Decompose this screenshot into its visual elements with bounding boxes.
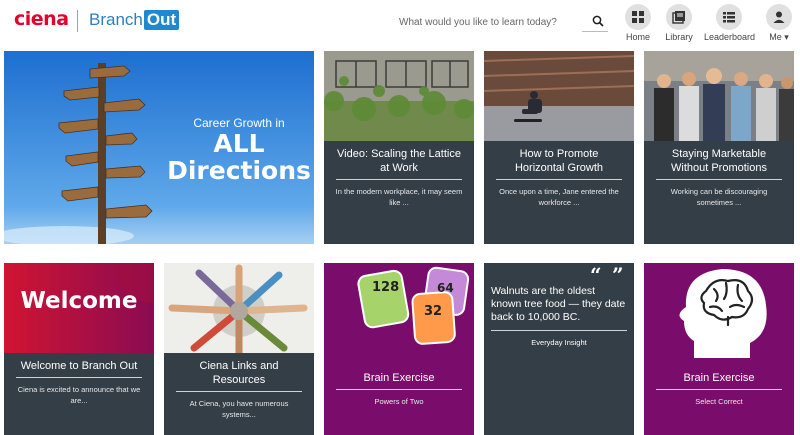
card-value-128: 128 — [372, 280, 400, 295]
card-value-32: 32 — [424, 304, 443, 319]
nav-me[interactable]: Me ▾ — [764, 4, 794, 43]
brain-exercise-tile[interactable]: Brain Exercise Select Correct — [644, 263, 794, 435]
tile-title: Brain Exercise — [656, 371, 782, 390]
grid-icon — [625, 4, 651, 30]
list-icon — [716, 4, 742, 30]
card-value-64: 64 — [437, 281, 454, 295]
tile-title: Staying Marketable Without Promotions — [656, 147, 782, 180]
nav-home-label: Home — [625, 32, 650, 42]
tile-panel: Welcome to Branch Out Ciena is excited t… — [4, 353, 154, 435]
tile-description: Once upon a time, Jane entered the workf… — [499, 187, 619, 207]
number-cards-image — [357, 266, 470, 345]
hero-tile[interactable]: Career Growth in ALL Directions — [4, 51, 314, 244]
tile-description: Powers of Two — [374, 397, 424, 406]
tile-panel: Staying Marketable Without Promotions Wo… — [644, 141, 794, 244]
article-tile[interactable]: Welcome Welcome to Branch Out Ciena is e… — [4, 263, 154, 435]
skateboarder-image — [484, 51, 634, 141]
hero-line-2: ALL — [213, 129, 265, 158]
search-input[interactable] — [397, 13, 582, 32]
svg-text:“: “ — [590, 266, 602, 284]
nav-library[interactable]: Library — [663, 4, 695, 42]
quote-icon: “ ” — [590, 266, 624, 284]
tile-panel: Brain Exercise Powers of Two — [324, 359, 474, 435]
tile-panel: Video: Scaling the Lattice at Work In th… — [324, 141, 474, 244]
hero-line-1: Career Growth in — [193, 116, 285, 130]
team-photo-image — [644, 51, 794, 141]
nav-library-label: Library — [665, 32, 693, 42]
search-bar — [397, 12, 608, 32]
article-tile[interactable]: How to Promote Horizontal Growth Once up… — [484, 51, 634, 244]
tile-panel: How to Promote Horizontal Growth Once up… — [484, 141, 634, 244]
chevron-down-icon: ▾ — [784, 32, 789, 42]
tile-title: Ciena Links and Resources — [176, 359, 302, 392]
welcome-heading: Welcome — [20, 288, 138, 314]
tile-description: Ciena is excited to announce that we are… — [17, 385, 141, 405]
tile-title: How to Promote Horizontal Growth — [496, 147, 622, 180]
tile-description: At Ciena, you have numerous systems... — [189, 399, 289, 419]
brain-exercise-tile[interactable]: 128 64 32 Brain Exercise Powers of Two — [324, 263, 474, 435]
svg-text:”: ” — [612, 266, 624, 284]
tile-description: Select Correct — [695, 397, 743, 406]
tile-description: Working can be discouraging sometimes ..… — [670, 187, 768, 207]
branch-out-logo[interactable]: Branch Out — [89, 10, 180, 30]
tile-description: Everyday Insight — [531, 338, 587, 347]
insight-tile[interactable]: “ ” Walnuts are the oldest known tree fo… — [484, 263, 634, 435]
logo-out-text: Out — [143, 10, 180, 30]
nav-home[interactable]: Home — [624, 4, 652, 42]
search-icon[interactable] — [592, 15, 604, 27]
logo-divider — [77, 10, 78, 32]
ivy-wall-image — [324, 51, 474, 141]
tile-title: Welcome to Branch Out — [16, 359, 142, 378]
logo-branch-text: Branch — [89, 10, 143, 29]
nav-leaderboard-label: Leaderboard — [704, 32, 756, 42]
tile-title: Video: Scaling the Lattice at Work — [336, 147, 462, 180]
book-icon — [666, 4, 692, 30]
article-tile[interactable]: Staying Marketable Without Promotions Wo… — [644, 51, 794, 244]
brain-head-icon — [679, 269, 767, 358]
hands-circle-image — [164, 263, 314, 353]
tile-description: In the modern workplace, it may seem lik… — [335, 187, 463, 207]
tile-panel: Brain Exercise Select Correct — [644, 359, 794, 435]
nav-me-label: Me — [769, 32, 782, 42]
nav-leaderboard[interactable]: Leaderboard — [704, 4, 756, 42]
tile-panel: Ciena Links and Resources At Ciena, you … — [164, 353, 314, 435]
insight-quote: Walnuts are the oldest known tree food —… — [491, 285, 627, 331]
top-header: ciena BranchOut Home Library Leaderboard… — [0, 0, 800, 44]
hero-line-3: Directions — [167, 156, 311, 185]
hero-text: Career Growth in ALL Directions — [164, 116, 314, 184]
tile-title: Brain Exercise — [336, 371, 462, 390]
article-tile[interactable]: Ciena Links and Resources At Ciena, you … — [164, 263, 314, 435]
person-icon — [766, 4, 792, 30]
article-tile[interactable]: Video: Scaling the Lattice at Work In th… — [324, 51, 474, 244]
ciena-logo[interactable]: ciena — [14, 8, 69, 30]
